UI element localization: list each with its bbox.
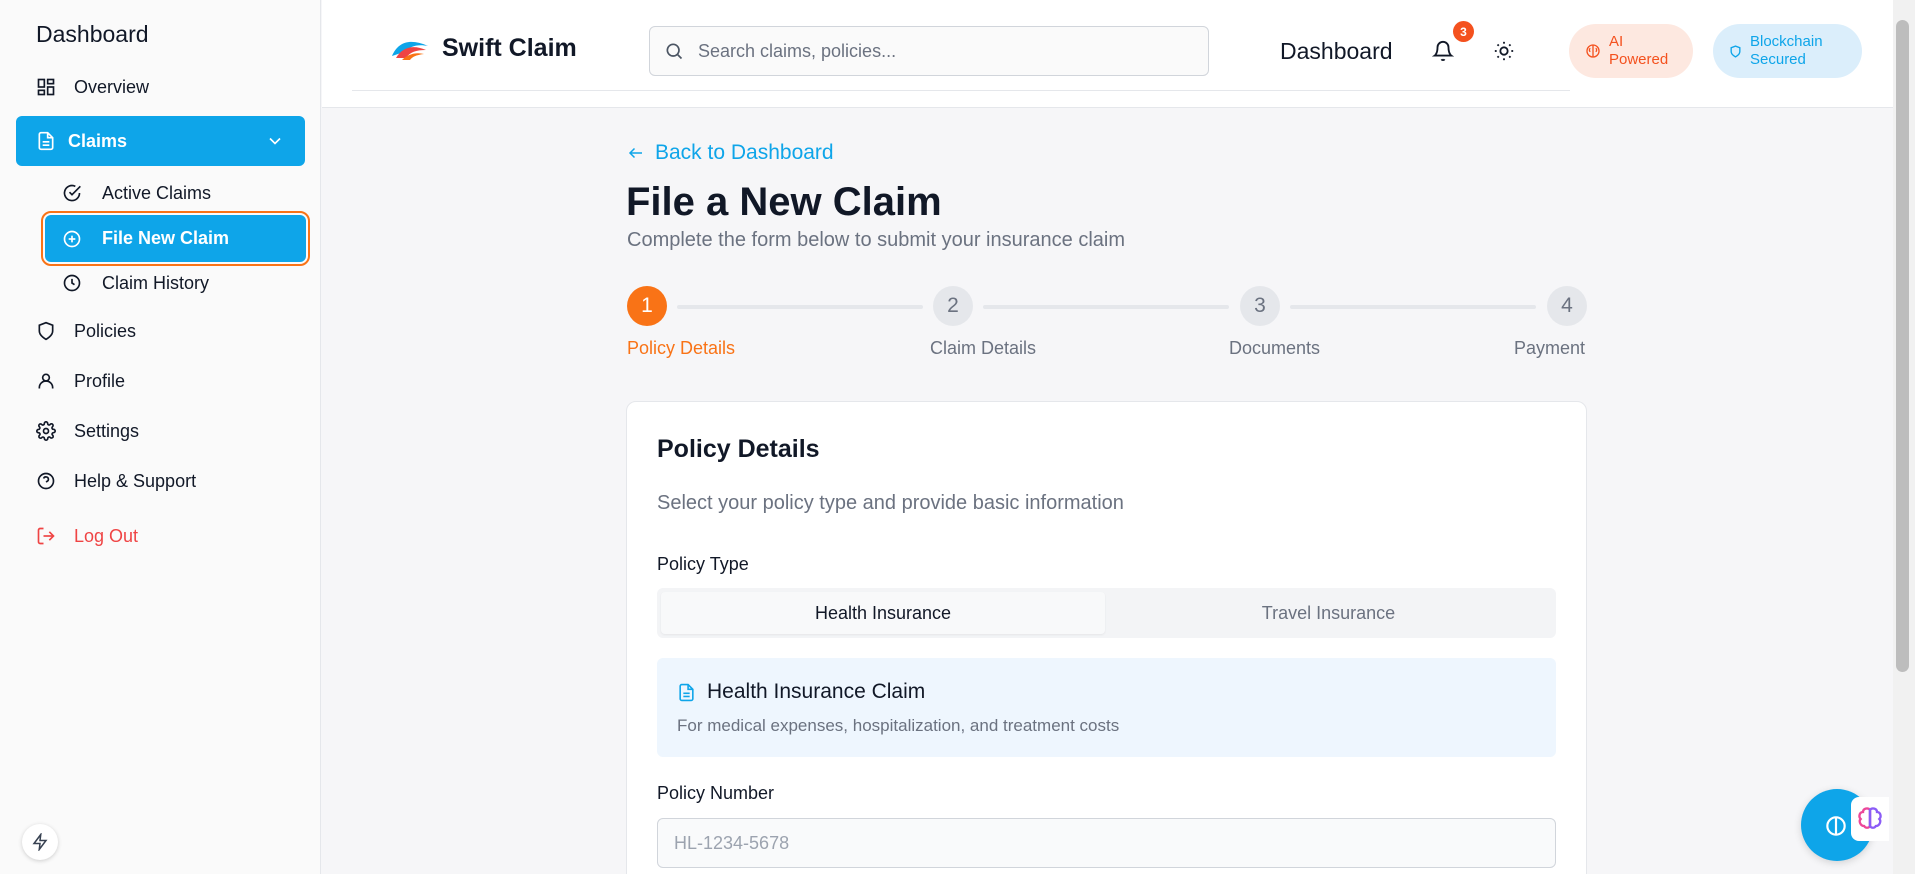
info-description: For medical expenses, hospitalization, a… [677,716,1120,735]
brain-avatar[interactable] [1851,797,1889,841]
bc-line-2: Secured [1750,51,1806,68]
header-title: Dashboard [1280,38,1393,64]
sidebar-item-active-claims[interactable]: Active Claims [62,178,211,208]
file-text-icon [679,683,694,702]
gear-icon [36,421,56,441]
sidebar-item-label: Policies [74,320,137,341]
step-2-circle[interactable]: 2 [933,286,973,326]
blockchain-secured-badge: Blockchain Secured [1713,24,1862,78]
file-icon [38,131,54,151]
ai-line-2: Powered [1609,51,1669,68]
brain-icon [1586,44,1600,58]
ai-powered-text: AI Powered [1609,33,1668,69]
step-1-circle[interactable]: 1 [627,286,667,326]
step-connector [1290,305,1536,309]
step-4-label: Payment [1514,338,1586,358]
shield-icon [1730,44,1741,58]
info-title: Health Insurance Claim [707,680,926,703]
search-icon [666,43,683,60]
sidebar-item-settings[interactable]: Settings [36,416,139,446]
sidebar-item-label: Claims [68,130,128,151]
brain-icon [1858,807,1882,829]
policy-number-input[interactable] [657,818,1556,868]
sidebar-item-help[interactable]: Help & Support [36,466,196,496]
ai-line-1: AI [1609,33,1624,50]
user-icon [38,373,54,389]
blockchain-text: Blockchain Secured [1750,33,1823,69]
step-connector [983,305,1229,309]
search-bar[interactable] [649,26,1209,76]
sidebar-item-label: Log Out [74,525,139,546]
sidebar-item-label: File New Claim [102,228,230,248]
brain-icon [1826,816,1846,836]
sidebar-item-profile[interactable]: Profile [36,366,125,396]
step-3-label: Documents [1229,338,1321,358]
health-claim-info: Health Insurance Claim For medical expen… [657,658,1556,757]
notification-badge: 3 [1453,21,1474,42]
policy-number-label: Policy Number [657,783,775,803]
step-1-label: Policy Details [627,338,736,358]
bell-icon[interactable] [1432,40,1454,62]
policy-details-card: Policy Details Select your policy type a… [626,401,1587,874]
back-to-dashboard-link[interactable]: Back to Dashboard [627,141,834,165]
arrow-left-icon [628,147,642,159]
brand-logo[interactable]: Swift Claim [390,34,577,63]
sidebar-item-label: Overview [74,76,150,97]
tab-health-insurance[interactable]: Health Insurance [661,592,1105,634]
search-input[interactable] [698,40,1178,62]
sidebar-item-claim-history[interactable]: Claim History [62,268,209,298]
step-connector [677,305,923,309]
chevron-down-icon [269,137,281,145]
page-subtitle: Complete the form below to submit your i… [627,229,1125,251]
bolt-button[interactable] [22,824,58,860]
card-title: Policy Details [657,435,820,463]
step-4-circle[interactable]: 4 [1547,286,1587,326]
sidebar-title: Dashboard [36,21,149,47]
clock-icon [63,274,81,292]
policy-type-tabs: Health Insurance Travel Insurance [657,588,1556,638]
sidebar-item-overview[interactable]: Overview [36,72,149,102]
card-description: Select your policy type and provide basi… [657,492,1124,514]
step-3-circle[interactable]: 3 [1240,286,1280,326]
sidebar-item-label: Profile [74,370,126,391]
check-circle-icon [63,184,81,202]
bolt-icon [32,833,48,851]
bc-line-1: Blockchain [1750,33,1823,50]
sidebar: Dashboard Overview Claims Active Claims … [0,0,321,874]
grid-icon [37,78,55,96]
sun-icon[interactable] [1493,40,1515,62]
shield-icon [38,321,54,341]
sidebar-item-label: Active Claims [102,182,212,203]
sidebar-item-label: Settings [74,420,140,441]
sidebar-item-label: Help & Support [74,470,197,491]
sidebar-item-policies[interactable]: Policies [36,316,136,346]
step-2-label: Claim Details [930,338,1037,358]
plus-circle-icon [63,230,81,247]
policy-type-label: Policy Type [657,554,749,574]
help-circle-icon [37,472,55,490]
page-title: File a New Claim [626,180,942,224]
scrollbar-thumb[interactable] [1896,20,1909,672]
ai-powered-badge: AI Powered [1569,24,1693,78]
swift-bird-icon [392,41,428,60]
sidebar-item-label: Claim History [102,272,210,293]
sidebar-item-claims[interactable]: Claims [16,116,305,166]
sidebar-item-logout[interactable]: Log Out [36,521,138,551]
brand-name: Swift Claim [442,34,577,62]
header-divider [352,90,1570,91]
back-link-text: Back to Dashboard [655,141,834,164]
tab-travel-insurance[interactable]: Travel Insurance [1105,592,1552,634]
sidebar-item-file-new-claim[interactable]: File New Claim [41,211,310,266]
logout-icon [37,527,55,545]
